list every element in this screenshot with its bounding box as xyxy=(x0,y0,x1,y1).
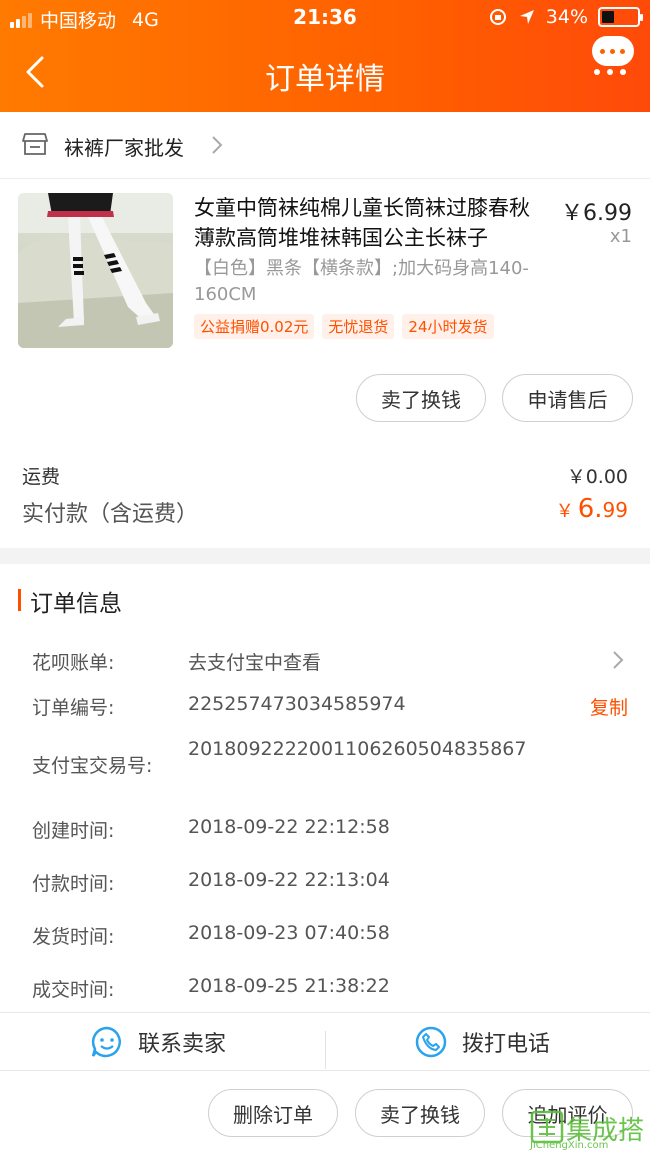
status-bar: 中国移动 4G 21:36 34% xyxy=(0,0,650,36)
watermark-logo-icon xyxy=(530,1110,564,1144)
shipping-label: 运费 xyxy=(22,466,61,488)
phone-icon xyxy=(415,1026,447,1058)
battery-level xyxy=(602,11,614,23)
page-title: 订单详情 xyxy=(265,62,385,97)
tag-free-return: 无忧退货 xyxy=(322,314,395,339)
paid-label: 实付款（含运费） xyxy=(22,502,199,527)
info-value-created: 2018-09-22 22:12:58 xyxy=(188,816,390,838)
product-price: ￥6.99 xyxy=(561,201,632,226)
shop-name: 袜裤厂家批发 xyxy=(64,136,184,160)
copy-button[interactable]: 复制 xyxy=(590,693,628,720)
store-icon xyxy=(22,133,48,155)
contact-seller-button[interactable]: 联系卖家 xyxy=(90,1013,226,1071)
contact-seller-label: 联系卖家 xyxy=(138,1032,227,1057)
info-label-created: 创建时间: xyxy=(32,820,115,842)
product-quantity: x1 xyxy=(609,226,632,247)
delete-order-button[interactable]: 删除订单 xyxy=(208,1089,338,1137)
chat-bubble-icon xyxy=(592,36,634,66)
info-label-paid: 付款时间: xyxy=(32,873,115,895)
service-tags: 公益捐赠0.02元 无忧退货 24小时发货 xyxy=(194,314,494,339)
info-label-alipay-no: 支付宝交易号: xyxy=(32,755,153,777)
more-dots-icon xyxy=(594,69,626,75)
contact-bar: 联系卖家 拨打电话 xyxy=(0,1012,650,1070)
site-watermark: 集成搭 JiChengXin.com xyxy=(526,1110,644,1151)
order-info-title: 订单信息 xyxy=(18,584,122,618)
product-photo xyxy=(18,193,173,348)
location-arrow-icon xyxy=(519,10,534,24)
resell-button[interactable]: 卖了换钱 xyxy=(356,374,486,422)
battery-icon xyxy=(598,7,643,27)
app-header: 中国移动 4G 21:36 34% 订单详情 xyxy=(0,0,650,112)
info-label-shipped: 发货时间: xyxy=(32,926,115,948)
info-value-huabei[interactable]: 去支付宝中查看 xyxy=(188,648,321,675)
info-value-alipay-no: 2018092222001106260504835867 xyxy=(188,738,527,760)
battery-percent: 34% xyxy=(545,6,588,28)
divider xyxy=(325,1031,326,1069)
after-sale-button[interactable]: 申请售后 xyxy=(502,374,633,422)
watermark-subtext: JiChengXin.com xyxy=(530,1140,609,1151)
info-value-closed: 2018-09-25 21:38:22 xyxy=(188,975,390,997)
chevron-right-icon xyxy=(212,136,223,154)
orientation-lock-icon xyxy=(489,9,506,25)
call-phone-label: 拨打电话 xyxy=(462,1032,551,1057)
paid-dec: 99 xyxy=(602,498,628,522)
section-separator xyxy=(0,548,650,564)
chevron-right-icon[interactable] xyxy=(612,650,624,670)
info-label-order-no: 订单编号: xyxy=(32,697,115,719)
status-right: 34% xyxy=(488,6,643,28)
divider xyxy=(0,178,650,179)
info-value-order-no: 225257473034585974 xyxy=(188,693,406,715)
info-value-paid: 2018-09-22 22:13:04 xyxy=(188,869,390,891)
paid-amount: ￥ 6. 99 xyxy=(556,494,628,524)
info-label-closed: 成交时间: xyxy=(32,979,115,1001)
paid-currency: ￥ xyxy=(555,501,574,522)
resell-bottom-button[interactable]: 卖了换钱 xyxy=(355,1089,485,1137)
info-label-huabei: 花呗账单: xyxy=(32,652,115,674)
info-value-shipped: 2018-09-23 07:40:58 xyxy=(188,922,390,944)
chat-face-icon xyxy=(91,1026,121,1058)
tag-charity: 公益捐赠0.02元 xyxy=(194,314,315,339)
product-sku: 【白色】黑条【横条款】;加大码身高140-160CM xyxy=(194,258,529,305)
more-menu-button[interactable] xyxy=(592,36,636,76)
call-phone-button[interactable]: 拨打电话 xyxy=(414,1013,550,1071)
shipping-value: ￥0.00 xyxy=(566,466,628,488)
shop-row[interactable]: 袜裤厂家批发 xyxy=(0,112,650,178)
paid-int: 6. xyxy=(577,494,603,524)
tag-24h-shipping: 24小时发货 xyxy=(402,314,494,339)
product-image[interactable] xyxy=(18,193,173,348)
product-title[interactable]: 女童中筒袜纯棉儿童长筒袜过膝春秋薄款高筒堆堆袜韩国公主长袜子 xyxy=(194,193,544,253)
